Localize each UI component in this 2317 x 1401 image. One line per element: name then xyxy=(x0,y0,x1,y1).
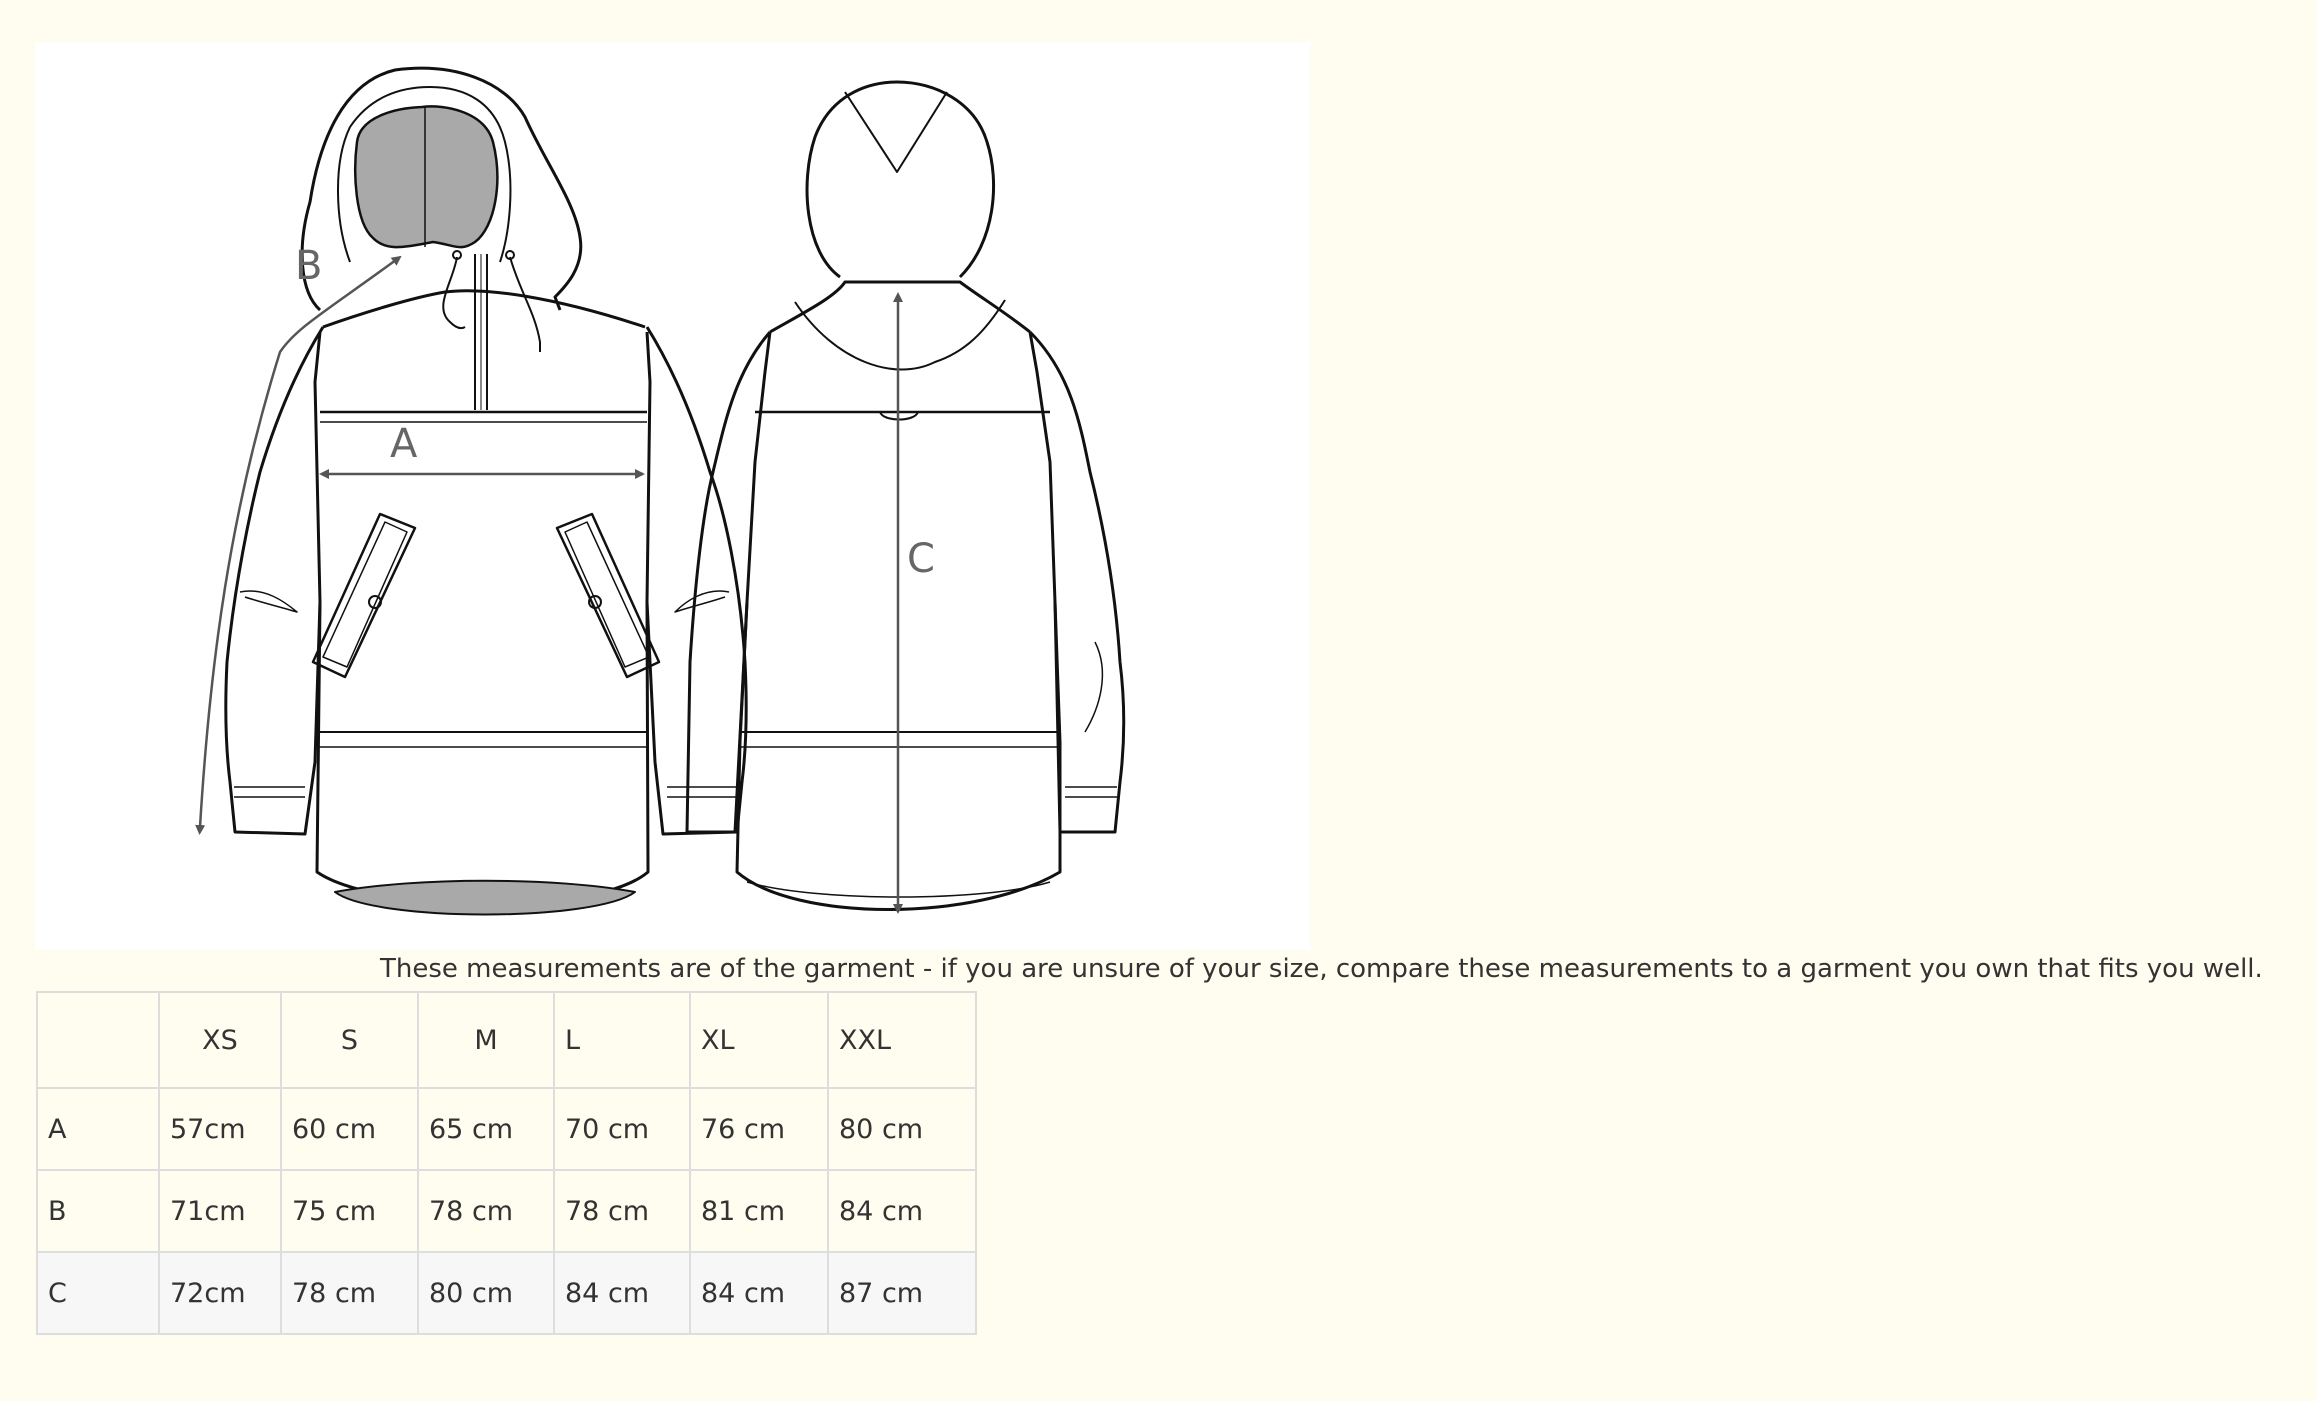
table-cell: 60 cm xyxy=(280,1087,419,1171)
size-chart-table: XS S M L XL XXL A 57cm 60 cm 65 cm 70 cm… xyxy=(36,991,977,1335)
table-cell: 87 cm xyxy=(827,1251,977,1335)
measurement-b-arrow xyxy=(195,255,402,835)
table-row: B 71cm 75 cm 78 cm 78 cm 81 cm 84 cm xyxy=(36,1169,977,1253)
table-cell: 80 cm xyxy=(827,1087,977,1171)
garment-measurement-diagram: A B C xyxy=(35,42,1310,950)
table-cell: 80 cm xyxy=(417,1251,555,1335)
table-cell: 84 cm xyxy=(827,1169,977,1253)
table-cell: 57cm xyxy=(158,1087,282,1171)
front-view-drawing xyxy=(224,66,748,916)
table-cell: 78 cm xyxy=(417,1169,555,1253)
table-row: A 57cm 60 cm 65 cm 70 cm 76 cm 80 cm xyxy=(36,1087,977,1171)
measurement-note: These measurements are of the garment - … xyxy=(380,954,2263,984)
row-label: B xyxy=(36,1169,160,1253)
table-header-row: XS S M L XL XXL xyxy=(36,991,977,1089)
table-cell: 84 cm xyxy=(689,1251,829,1335)
size-header-s: S xyxy=(280,991,419,1089)
table-cell: 75 cm xyxy=(280,1169,419,1253)
table-cell: 70 cm xyxy=(553,1087,691,1171)
size-header-l: L xyxy=(553,991,691,1089)
table-cell: 84 cm xyxy=(553,1251,691,1335)
row-label: C xyxy=(36,1251,160,1335)
table-corner-cell xyxy=(36,991,160,1089)
size-header-m: M xyxy=(417,991,555,1089)
back-view-drawing xyxy=(685,80,1126,911)
table-cell: 76 cm xyxy=(689,1087,829,1171)
size-header-xs: XS xyxy=(158,991,282,1089)
table-cell: 78 cm xyxy=(280,1251,419,1335)
table-cell: 78 cm xyxy=(553,1169,691,1253)
size-header-xl: XL xyxy=(689,991,829,1089)
row-label: A xyxy=(36,1087,160,1171)
table-cell: 81 cm xyxy=(689,1169,829,1253)
table-cell: 65 cm xyxy=(417,1087,555,1171)
measurement-b-label: B xyxy=(295,243,322,289)
measurement-a-label: A xyxy=(390,421,418,467)
table-cell: 71cm xyxy=(158,1169,282,1253)
size-header-xxl: XXL xyxy=(827,991,977,1089)
measurement-c-label: C xyxy=(907,536,935,582)
table-row: C 72cm 78 cm 80 cm 84 cm 84 cm 87 cm xyxy=(36,1251,977,1335)
table-cell: 72cm xyxy=(158,1251,282,1335)
